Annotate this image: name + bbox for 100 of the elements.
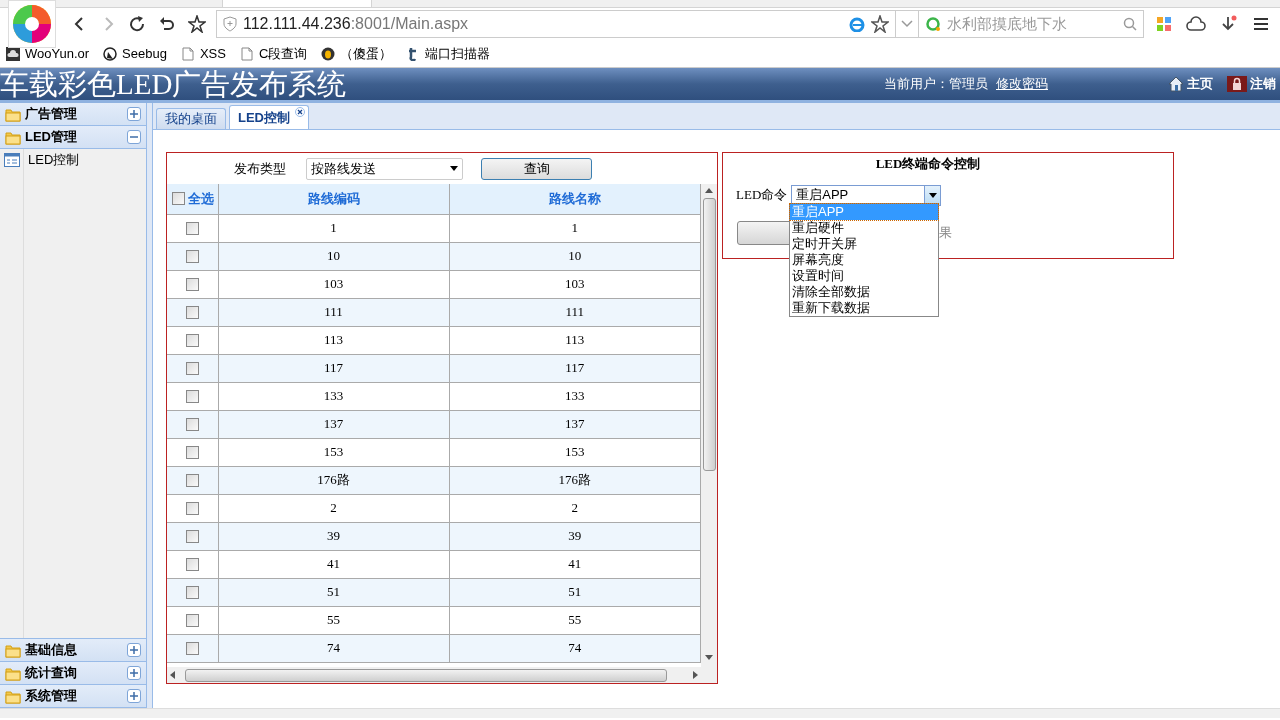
dropdown-option[interactable]: 重新下载数据 bbox=[790, 300, 938, 316]
horizontal-scrollbar[interactable] bbox=[167, 667, 701, 683]
table-cell: 55 bbox=[218, 606, 449, 634]
table-cell: 117 bbox=[449, 354, 701, 382]
browser-logo-icon[interactable] bbox=[8, 0, 56, 48]
reload-icon[interactable] bbox=[128, 15, 146, 33]
search-bar[interactable]: 水利部摸底地下水 bbox=[918, 10, 1144, 38]
table-cell: 74 bbox=[218, 634, 449, 662]
table-cell: 39 bbox=[218, 522, 449, 550]
bug-icon bbox=[103, 46, 118, 61]
table-cell: 51 bbox=[449, 578, 701, 606]
up-arrow-icon[interactable] bbox=[705, 188, 713, 194]
left-arrow-icon[interactable] bbox=[169, 671, 177, 679]
tab[interactable]: LED控制 bbox=[229, 105, 309, 129]
checkbox[interactable] bbox=[185, 530, 199, 544]
caret-icon bbox=[450, 166, 458, 171]
sidebar-section-header[interactable]: 基础信息 bbox=[0, 639, 146, 662]
select-all-label[interactable]: 全选 bbox=[188, 189, 214, 209]
checkbox[interactable] bbox=[185, 250, 199, 264]
table-cell: 51 bbox=[218, 578, 449, 606]
checkbox[interactable] bbox=[185, 558, 199, 572]
dropdown-option[interactable]: 屏幕亮度 bbox=[790, 252, 938, 268]
close-icon[interactable] bbox=[295, 107, 305, 117]
checkbox[interactable] bbox=[185, 222, 199, 236]
result-text: 果 bbox=[939, 223, 952, 242]
home-icon[interactable] bbox=[1168, 76, 1184, 92]
undo-icon[interactable] bbox=[158, 15, 176, 33]
bookmark[interactable]: （傻蛋） bbox=[321, 43, 393, 64]
checkbox[interactable] bbox=[185, 474, 199, 488]
bookmark[interactable]: 端口扫描器 bbox=[406, 43, 491, 64]
home-link[interactable]: 主页 bbox=[1187, 74, 1213, 94]
download-icon[interactable] bbox=[1220, 15, 1238, 33]
folder-icon bbox=[5, 129, 21, 145]
star-icon[interactable] bbox=[188, 15, 206, 33]
table-cell: 153 bbox=[449, 438, 701, 466]
checkbox[interactable] bbox=[185, 306, 199, 320]
dropdown-option[interactable]: 定时开关屏 bbox=[790, 236, 938, 252]
table-cell: 111 bbox=[449, 298, 701, 326]
folder-icon bbox=[5, 688, 21, 704]
lock-icon[interactable] bbox=[1227, 76, 1247, 92]
dropdown-option[interactable]: 设置时间 bbox=[790, 268, 938, 284]
bookmark[interactable]: C段查询 bbox=[239, 43, 308, 64]
table-cell: 10 bbox=[449, 242, 701, 270]
sidebar-section-header[interactable]: 广告管理 bbox=[0, 103, 146, 126]
filter-label: 发布类型 bbox=[234, 159, 286, 178]
page-icon bbox=[239, 46, 254, 61]
table-cell: 41 bbox=[449, 550, 701, 578]
expand-icon[interactable] bbox=[127, 107, 141, 121]
expand-icon[interactable] bbox=[127, 689, 141, 703]
checkbox[interactable] bbox=[172, 192, 185, 206]
table-cell: 74 bbox=[449, 634, 701, 662]
search-icon[interactable] bbox=[1123, 17, 1137, 31]
collapse-icon[interactable] bbox=[127, 130, 141, 144]
query-button[interactable]: 查询 bbox=[481, 157, 592, 180]
list-icon bbox=[4, 153, 20, 167]
address-bar[interactable]: 112.111.44.236:8001/Main.aspx bbox=[216, 10, 896, 38]
cloud-icon[interactable] bbox=[1186, 16, 1206, 32]
checkbox[interactable] bbox=[185, 614, 199, 628]
command-label: LED命令 bbox=[736, 186, 788, 205]
menu-icon[interactable] bbox=[1252, 16, 1270, 32]
checkbox[interactable] bbox=[185, 278, 199, 292]
table-cell: 137 bbox=[449, 410, 701, 438]
star-icon[interactable] bbox=[871, 15, 889, 33]
tab[interactable]: 我的桌面 bbox=[156, 108, 226, 129]
table-cell: 133 bbox=[218, 382, 449, 410]
table-cell: 1 bbox=[218, 214, 449, 242]
checkbox[interactable] bbox=[185, 418, 199, 432]
bookmark[interactable]: WooYun.or bbox=[6, 43, 90, 64]
vertical-scrollbar[interactable] bbox=[701, 184, 717, 683]
sidebar-section-header[interactable]: 系统管理 bbox=[0, 685, 146, 708]
table-cell: 41 bbox=[218, 550, 449, 578]
table-cell: 176路 bbox=[449, 466, 701, 494]
bookmark[interactable]: Seebug bbox=[103, 43, 167, 64]
checkbox[interactable] bbox=[185, 390, 199, 404]
sidebar-section-header[interactable]: 统计查询 bbox=[0, 662, 146, 685]
sidebar-item[interactable]: LED控制 bbox=[28, 150, 80, 170]
change-password-link[interactable]: 修改密码 bbox=[996, 74, 1048, 94]
search-field[interactable]: 水利部摸底地下水 bbox=[947, 12, 1117, 36]
checkbox[interactable] bbox=[185, 642, 199, 656]
command-select[interactable]: 重启APP bbox=[791, 184, 942, 206]
sidebar-section-header[interactable]: LED管理 bbox=[0, 126, 146, 149]
expand-icon[interactable] bbox=[127, 643, 141, 657]
dropdown-option[interactable]: 重启硬件 bbox=[790, 220, 938, 236]
checkbox[interactable] bbox=[185, 362, 199, 376]
folder-icon bbox=[5, 665, 21, 681]
checkbox[interactable] bbox=[185, 334, 199, 348]
route-type-select[interactable]: 按路线发送 bbox=[306, 157, 463, 180]
expand-icon[interactable] bbox=[127, 666, 141, 680]
down-arrow-icon[interactable] bbox=[705, 655, 713, 661]
table-cell: 1 bbox=[449, 214, 701, 242]
chevron-icon bbox=[901, 20, 913, 28]
current-user-text: 当前用户：管理员 bbox=[884, 75, 988, 94]
checkbox[interactable] bbox=[185, 502, 199, 516]
apps-icon[interactable] bbox=[1156, 16, 1172, 32]
right-arrow-icon[interactable] bbox=[691, 671, 699, 679]
checkbox[interactable] bbox=[185, 586, 199, 600]
checkbox[interactable] bbox=[185, 446, 199, 460]
logout-link[interactable]: 注销 bbox=[1250, 74, 1276, 94]
dropdown-option[interactable]: 清除全部数据 bbox=[790, 284, 938, 300]
bookmark[interactable]: XSS bbox=[180, 43, 226, 64]
